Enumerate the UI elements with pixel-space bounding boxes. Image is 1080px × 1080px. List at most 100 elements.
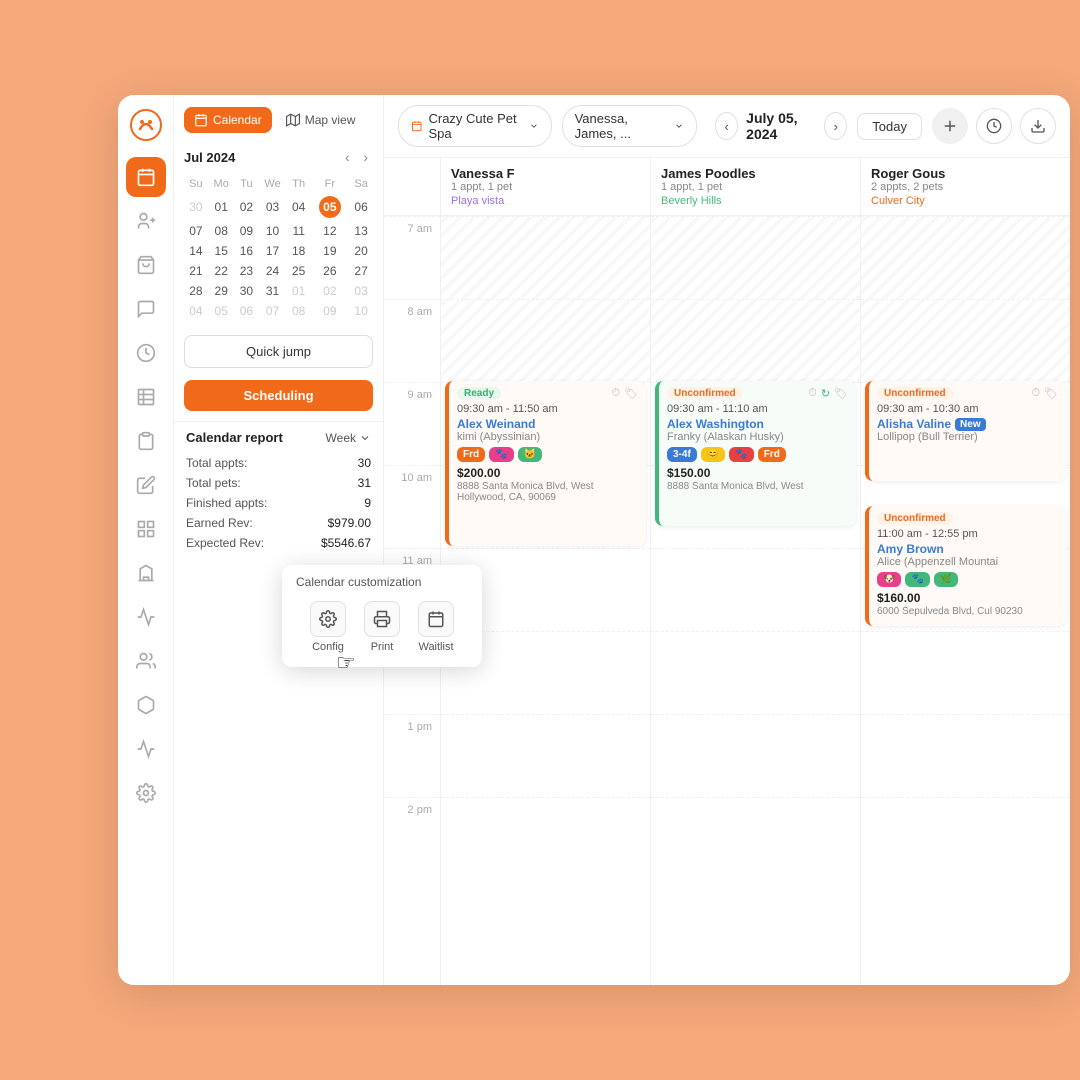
clock-icon: ⏱ — [1031, 387, 1040, 400]
status-badge-unconfirmed-roger2: Unconfirmed — [877, 512, 953, 525]
print-icon — [364, 601, 400, 637]
mini-cal-day[interactable]: 11 — [287, 221, 311, 241]
mini-cal-day[interactable]: 27 — [349, 261, 373, 281]
popup-item-print[interactable]: Print — [364, 601, 400, 653]
tag-icon: 🏷 — [624, 387, 638, 400]
add-button[interactable] — [932, 108, 968, 144]
mini-cal-day[interactable]: 21 — [184, 261, 208, 281]
mini-cal-day[interactable]: 16 — [235, 241, 259, 261]
mini-cal-day[interactable]: 08 — [208, 221, 235, 241]
sidebar-item-clipboard[interactable] — [126, 421, 166, 461]
mini-cal-day[interactable]: 07 — [184, 221, 208, 241]
appointment-card-roger-1[interactable]: Unconfirmed ⏱ 🏷 09:30 am - 10:30 am Alis… — [865, 381, 1066, 481]
mini-cal-day[interactable]: 09 — [235, 221, 259, 241]
mini-cal-day[interactable]: 30 — [235, 281, 259, 301]
sidebar-item-edit[interactable] — [126, 465, 166, 505]
calendar-report: Calendar report Week Total appts:30Total… — [174, 421, 383, 561]
mini-cal-day[interactable]: 24 — [258, 261, 287, 281]
tag-icon: 🏷 — [1044, 387, 1058, 400]
mini-cal-day[interactable]: 02 — [235, 193, 259, 221]
sidebar-item-grid[interactable] — [126, 509, 166, 549]
sidebar-item-reminders[interactable] — [126, 333, 166, 373]
appointment-card-roger-2[interactable]: Unconfirmed 11:00 am - 12:55 pm Amy Brow… — [865, 506, 1066, 626]
date-prev-btn[interactable]: ‹ — [715, 112, 738, 140]
refresh-icon: ↻ — [821, 387, 830, 400]
clock-button[interactable] — [976, 108, 1012, 144]
mini-cal-day[interactable]: 08 — [287, 301, 311, 321]
sidebar-item-calendar[interactable] — [126, 157, 166, 197]
mini-cal-day[interactable]: 02 — [310, 281, 349, 301]
mini-cal-day[interactable]: 13 — [349, 221, 373, 241]
scheduling-button[interactable]: Scheduling — [184, 380, 373, 411]
mini-cal-day[interactable]: 06 — [235, 301, 259, 321]
mini-cal-day[interactable]: 17 — [258, 241, 287, 261]
mini-cal-title: Jul 2024 — [184, 150, 235, 165]
sidebar-item-shop[interactable] — [126, 245, 166, 285]
mini-cal-day[interactable]: 18 — [287, 241, 311, 261]
date-navigation: ‹ July 05, 2024 › — [715, 110, 847, 142]
sidebar-item-chart[interactable] — [126, 729, 166, 769]
status-badge-unconfirmed-roger: Unconfirmed — [877, 387, 953, 400]
calendar-view-btn[interactable]: Calendar — [184, 107, 272, 133]
mini-cal-day[interactable]: 31 — [258, 281, 287, 301]
appointment-card-james[interactable]: Unconfirmed ⏱ ↻ 🏷 09:30 am - 11:10 am Al… — [655, 381, 856, 526]
mini-cal-day[interactable]: 05 — [208, 301, 235, 321]
mini-cal-next[interactable]: › — [358, 147, 373, 167]
mini-cal-day[interactable]: 10 — [349, 301, 373, 321]
sidebar-item-people[interactable] — [126, 641, 166, 681]
mini-cal-day[interactable]: 06 — [349, 193, 373, 221]
sidebar-item-package[interactable] — [126, 685, 166, 725]
today-button[interactable]: Today — [857, 113, 922, 140]
mini-cal-day[interactable]: 03 — [258, 193, 287, 221]
popup-title: Calendar customization — [296, 575, 468, 589]
report-row: Finished appts:9 — [186, 493, 371, 513]
mini-cal-day[interactable]: 09 — [310, 301, 349, 321]
sidebar-item-announcement[interactable] — [126, 597, 166, 637]
popup-item-waitlist[interactable]: Waitlist — [418, 601, 454, 653]
sidebar-item-table[interactable] — [126, 377, 166, 417]
staff-selector[interactable]: Vanessa, James, ... — [562, 105, 698, 147]
mini-cal-day[interactable]: 04 — [184, 301, 208, 321]
sidebar-item-clients[interactable] — [126, 201, 166, 241]
mini-cal-day[interactable]: 25 — [287, 261, 311, 281]
clock-icon: ⏱ — [611, 387, 620, 400]
appointment-card-vanessa[interactable]: Ready ⏱ 🏷 09:30 am - 11:50 am Alex Weina… — [445, 381, 646, 546]
sidebar-item-messages[interactable] — [126, 289, 166, 329]
quick-jump-button[interactable]: Quick jump — [184, 335, 373, 368]
mini-cal-prev[interactable]: ‹ — [340, 147, 355, 167]
mini-cal-day[interactable]: 23 — [235, 261, 259, 281]
sidebar-item-settings[interactable] — [126, 773, 166, 813]
mini-cal-day[interactable]: 22 — [208, 261, 235, 281]
location-selector[interactable]: Crazy Cute Pet Spa — [398, 105, 552, 147]
mini-cal-day[interactable]: 19 — [310, 241, 349, 261]
clock-icon: ⏱ — [808, 387, 817, 400]
report-row: Earned Rev:$979.00 — [186, 513, 371, 533]
mini-cal-day[interactable]: 28 — [184, 281, 208, 301]
mini-cal-day[interactable]: 26 — [310, 261, 349, 281]
mini-cal-day[interactable]: 14 — [184, 241, 208, 261]
mini-cal-day[interactable]: 04 — [287, 193, 311, 221]
popup-item-config[interactable]: Config — [310, 601, 346, 653]
date-next-btn[interactable]: › — [824, 112, 847, 140]
calendar-grid: Vanessa F 1 appt, 1 pet Playa vista Jame… — [384, 158, 1070, 985]
mini-cal-day[interactable]: 03 — [349, 281, 373, 301]
status-badge-unconfirmed: Unconfirmed — [667, 387, 743, 400]
download-button[interactable] — [1020, 108, 1056, 144]
mini-cal-day[interactable]: 01 — [208, 193, 235, 221]
mini-cal-day[interactable]: 30 — [184, 193, 208, 221]
mini-cal-day[interactable]: 12 — [310, 221, 349, 241]
mini-cal-day[interactable]: 01 — [287, 281, 311, 301]
main-header: Crazy Cute Pet Spa Vanessa, James, ... ‹… — [384, 95, 1070, 158]
mini-cal-day[interactable]: 20 — [349, 241, 373, 261]
sidebar-item-building[interactable] — [126, 553, 166, 593]
mini-cal-day[interactable]: 10 — [258, 221, 287, 241]
report-row: Expected Rev:$5546.67 — [186, 533, 371, 553]
map-view-btn[interactable]: Map view — [276, 107, 366, 133]
mini-cal-day[interactable]: 15 — [208, 241, 235, 261]
mini-cal-day[interactable]: 07 — [258, 301, 287, 321]
cursor-pointer: ☞ — [336, 650, 356, 676]
mini-cal-day[interactable]: 29 — [208, 281, 235, 301]
mini-cal-day[interactable]: 05 — [310, 193, 349, 221]
status-badge-ready: Ready — [457, 387, 501, 400]
week-select[interactable]: Week — [326, 431, 371, 445]
